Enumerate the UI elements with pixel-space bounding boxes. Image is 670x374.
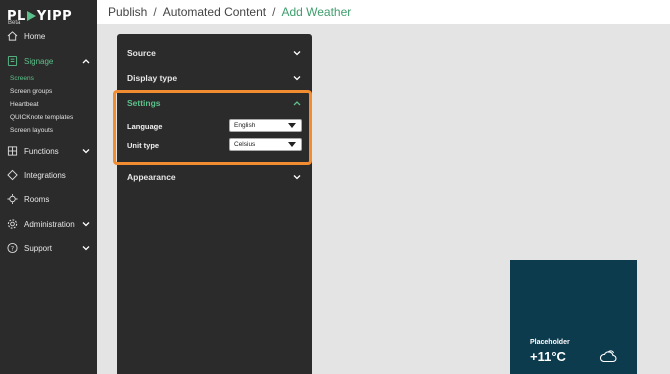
cloud-icon xyxy=(599,350,617,363)
preview-temperature: +11°C xyxy=(530,349,566,364)
preview-location-label: Placeholder xyxy=(530,339,570,346)
accordion-title: Source xyxy=(127,48,156,58)
chevron-down-icon[interactable] xyxy=(82,245,90,251)
sidebar-item-home[interactable]: Home xyxy=(0,26,97,46)
sidebar-subitem-screen-layouts[interactable]: Screen layouts xyxy=(10,127,53,134)
sidebar-subitem-screen-groups[interactable]: Screen groups xyxy=(10,88,52,95)
weather-preview: Placeholder +11°C xyxy=(510,260,637,374)
chevron-up-icon xyxy=(293,101,301,106)
unit-type-label: Unit type xyxy=(127,141,160,150)
sidebar-item-functions[interactable]: Functions xyxy=(0,141,97,161)
breadcrumb-publish[interactable]: Publish xyxy=(108,5,147,19)
language-label: Language xyxy=(127,122,163,131)
language-select[interactable]: English xyxy=(229,119,302,132)
accordion-title: Appearance xyxy=(127,172,176,182)
sidebar-subitem-quicknote-templates[interactable]: QUICKnote templates xyxy=(10,114,73,121)
chevron-down-icon xyxy=(293,175,301,180)
sidebar-item-label: Functions xyxy=(24,146,59,156)
rooms-icon xyxy=(7,193,18,205)
accordion-title: Settings xyxy=(127,98,161,108)
integrations-icon xyxy=(7,169,18,181)
help-icon: ? xyxy=(7,242,18,254)
language-select-value: English xyxy=(234,122,256,129)
home-icon xyxy=(7,31,18,41)
signage-icon xyxy=(7,55,18,67)
gear-icon xyxy=(7,219,18,229)
breadcrumb-automated-content[interactable]: Automated Content xyxy=(163,5,266,19)
accordion-source[interactable]: Source xyxy=(127,45,301,61)
chevron-up-icon[interactable] xyxy=(82,58,90,64)
dropdown-arrow-icon xyxy=(288,123,296,128)
sidebar-item-label: Integrations xyxy=(24,170,66,180)
sidebar-item-label: Administration xyxy=(24,219,75,229)
breadcrumb-separator: / xyxy=(272,5,276,19)
breadcrumb-separator: / xyxy=(153,5,157,19)
sidebar-item-label: Signage xyxy=(24,56,54,66)
svg-text:?: ? xyxy=(11,244,14,252)
sidebar-item-label: Home xyxy=(24,31,46,41)
breadcrumb: Publish / Automated Content / Add Weathe… xyxy=(108,5,351,19)
dropdown-arrow-icon xyxy=(288,142,296,147)
sidebar-subitem-screens[interactable]: Screens xyxy=(10,75,34,82)
chevron-down-icon xyxy=(293,76,301,81)
sidebar-item-administration[interactable]: Administration xyxy=(0,214,97,234)
sidebar-item-label: Rooms xyxy=(24,194,50,204)
logo-right: YIPP xyxy=(36,8,73,24)
chevron-down-icon xyxy=(293,51,301,56)
breadcrumb-current: Add Weather xyxy=(281,5,352,19)
accordion-display-type[interactable]: Display type xyxy=(127,70,301,86)
unit-type-select[interactable]: Celsius xyxy=(229,138,302,151)
sidebar-item-support[interactable]: ? Support xyxy=(0,238,97,258)
accordion-appearance[interactable]: Appearance xyxy=(127,169,301,185)
sidebar-item-label: Support xyxy=(24,243,53,253)
top-header: Publish / Automated Content / Add Weathe… xyxy=(97,0,670,24)
sidebar-item-integrations[interactable]: Integrations xyxy=(0,165,97,185)
chevron-down-icon[interactable] xyxy=(82,148,90,154)
accordion-title: Display type xyxy=(127,73,178,83)
sidebar: PL YIPP Beta Home Signage Screens Screen… xyxy=(0,0,97,374)
sidebar-subitem-heartbeat[interactable]: Heartbeat xyxy=(10,101,39,108)
sidebar-item-rooms[interactable]: Rooms xyxy=(0,189,97,209)
functions-icon xyxy=(7,146,18,156)
accordion-settings[interactable]: Settings xyxy=(127,95,301,111)
chevron-down-icon[interactable] xyxy=(82,221,90,227)
play-logo-icon xyxy=(26,11,36,21)
sidebar-item-signage[interactable]: Signage xyxy=(0,51,97,71)
unit-type-select-value: Celsius xyxy=(234,141,256,148)
